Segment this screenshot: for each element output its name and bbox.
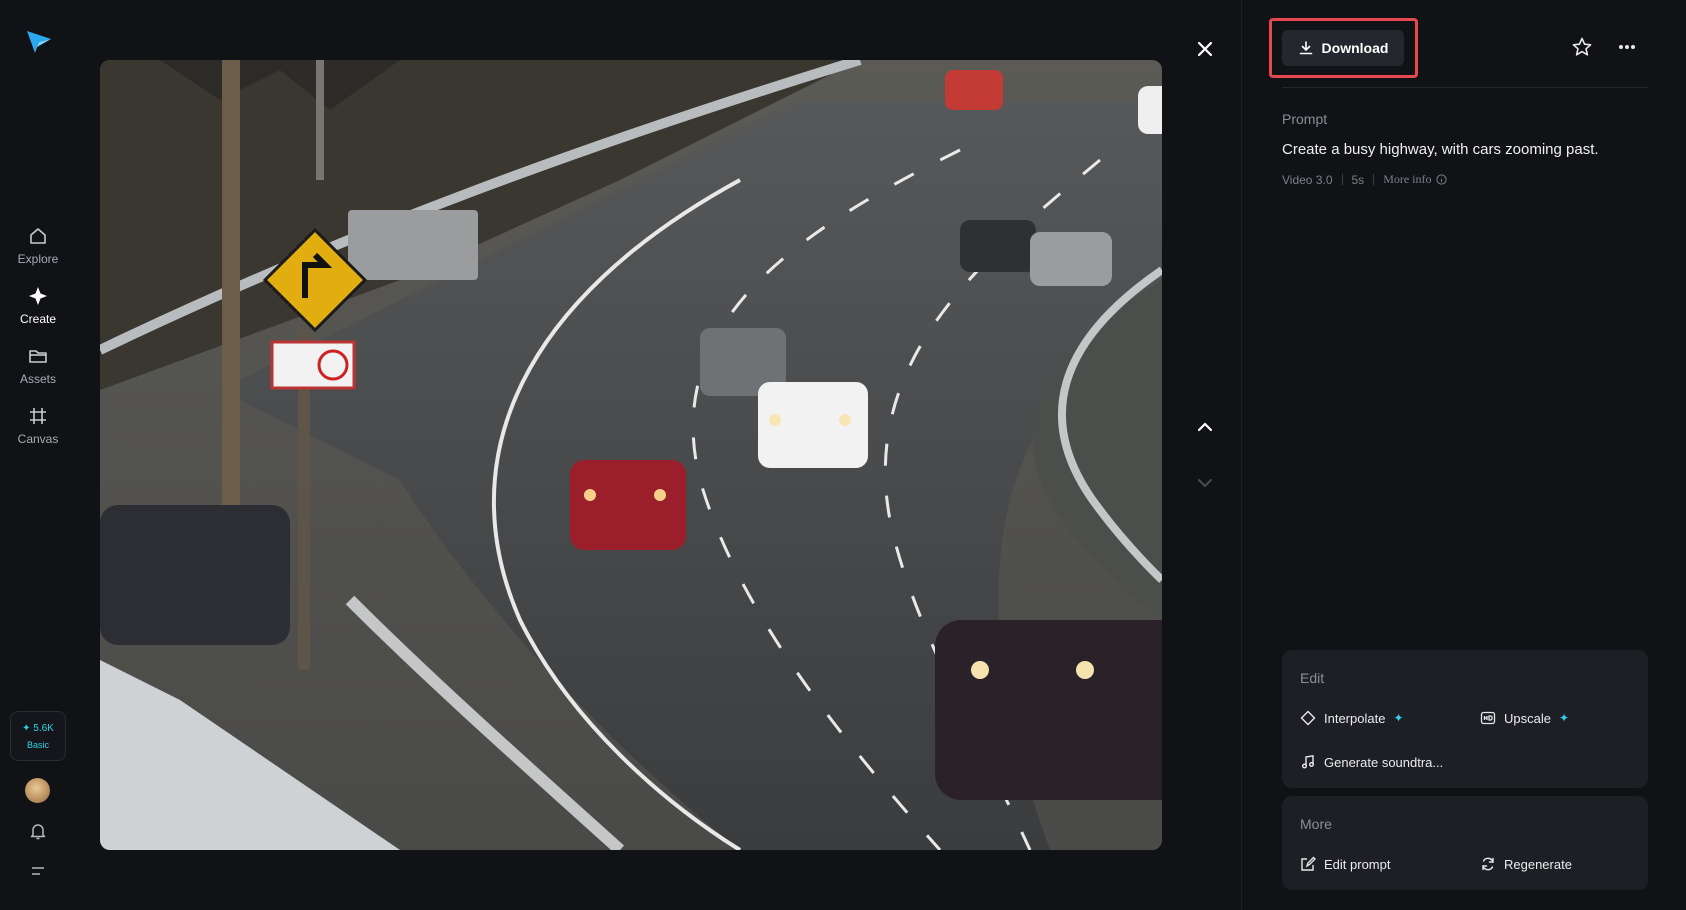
sidebar-item-label: Assets: [19, 372, 56, 386]
refresh-icon: [1482, 857, 1494, 871]
bell-icon[interactable]: [27, 820, 49, 842]
premium-sparkle-icon: ✦: [1393, 711, 1404, 725]
folder-icon: [27, 345, 49, 367]
sidebar-item-label: Canvas: [17, 432, 59, 446]
download-button[interactable]: Download: [1282, 30, 1404, 66]
crop-grid-icon: [27, 405, 49, 427]
left-sidebar: Explore Create Assets Canvas ✦ 5.6K Basi…: [0, 0, 76, 910]
more-info-link[interactable]: More info: [1383, 172, 1447, 187]
generate-soundtrack-label: Generate soundtra...: [1324, 754, 1444, 770]
upscale-button[interactable]: Upscale ✦: [1480, 710, 1569, 726]
premium-sparkle-icon: ✦: [1558, 711, 1570, 725]
interpolate-button[interactable]: Interpolate ✦: [1300, 710, 1404, 726]
diamond-icon: [1300, 710, 1316, 726]
credits-amount: ✦ 5.6K: [22, 722, 54, 734]
prompt-label: Prompt: [1282, 111, 1328, 127]
chevron-up-icon[interactable]: [1192, 414, 1218, 440]
edit-section: Edit Interpolate ✦ Upscale ✦ Generate so…: [1282, 650, 1648, 788]
highway-image: [100, 60, 1162, 850]
credits-badge[interactable]: ✦ 5.6K Basic: [10, 711, 66, 761]
more-info-label: More info: [1383, 172, 1432, 186]
generation-meta: Video 3.0 5s More info: [1282, 172, 1447, 187]
sidebar-item-canvas[interactable]: Canvas: [0, 405, 76, 446]
sidebar-item-label: Explore: [17, 252, 59, 266]
music-note-icon: [1302, 754, 1314, 769]
edit-section-title: Edit: [1300, 670, 1325, 686]
upscale-label: Upscale: [1504, 710, 1551, 726]
meta-separator: [1373, 174, 1375, 185]
more-section-title: More: [1300, 816, 1332, 832]
info-icon: [1435, 174, 1447, 185]
avatar[interactable]: [25, 778, 50, 803]
hd-icon: [1480, 711, 1496, 725]
interpolate-label: Interpolate: [1324, 710, 1386, 726]
download-label: Download: [1321, 40, 1389, 56]
menu-icon[interactable]: [27, 860, 49, 882]
close-icon[interactable]: [1192, 36, 1218, 62]
model-name: Video 3.0: [1282, 172, 1333, 187]
home-icon: [27, 225, 49, 247]
download-icon: [1299, 41, 1312, 55]
sidebar-item-label: Create: [19, 312, 57, 326]
duration: 5s: [1351, 172, 1365, 187]
chevron-down-icon[interactable]: [1192, 470, 1218, 496]
regenerate-label: Regenerate: [1504, 856, 1572, 872]
media-viewer[interactable]: [100, 60, 1162, 850]
meta-separator: [1341, 174, 1343, 185]
sparkle-icon: [27, 285, 49, 307]
sidebar-item-create[interactable]: Create: [0, 285, 76, 326]
plan-name: Basic: [26, 739, 49, 750]
star-icon[interactable]: [1571, 36, 1593, 58]
panel-divider: [1241, 0, 1242, 910]
edit-icon: [1301, 856, 1316, 871]
app-window: Explore Create Assets Canvas ✦ 5.6K Basi…: [0, 0, 1686, 910]
generate-soundtrack-button[interactable]: Generate soundtra...: [1300, 754, 1443, 770]
sidebar-item-explore[interactable]: Explore: [0, 225, 76, 266]
more-options-icon[interactable]: [1615, 36, 1639, 58]
regenerate-button[interactable]: Regenerate: [1480, 856, 1572, 872]
sidebar-item-assets[interactable]: Assets: [0, 345, 76, 386]
paper-plane-logo-icon[interactable]: [24, 26, 54, 56]
prompt-text: Create a busy highway, with cars zooming…: [1282, 141, 1599, 158]
more-section: More Edit prompt Regenerate: [1282, 796, 1648, 890]
header-divider: [1282, 87, 1648, 88]
edit-prompt-label: Edit prompt: [1324, 856, 1391, 872]
edit-prompt-button[interactable]: Edit prompt: [1300, 856, 1390, 872]
